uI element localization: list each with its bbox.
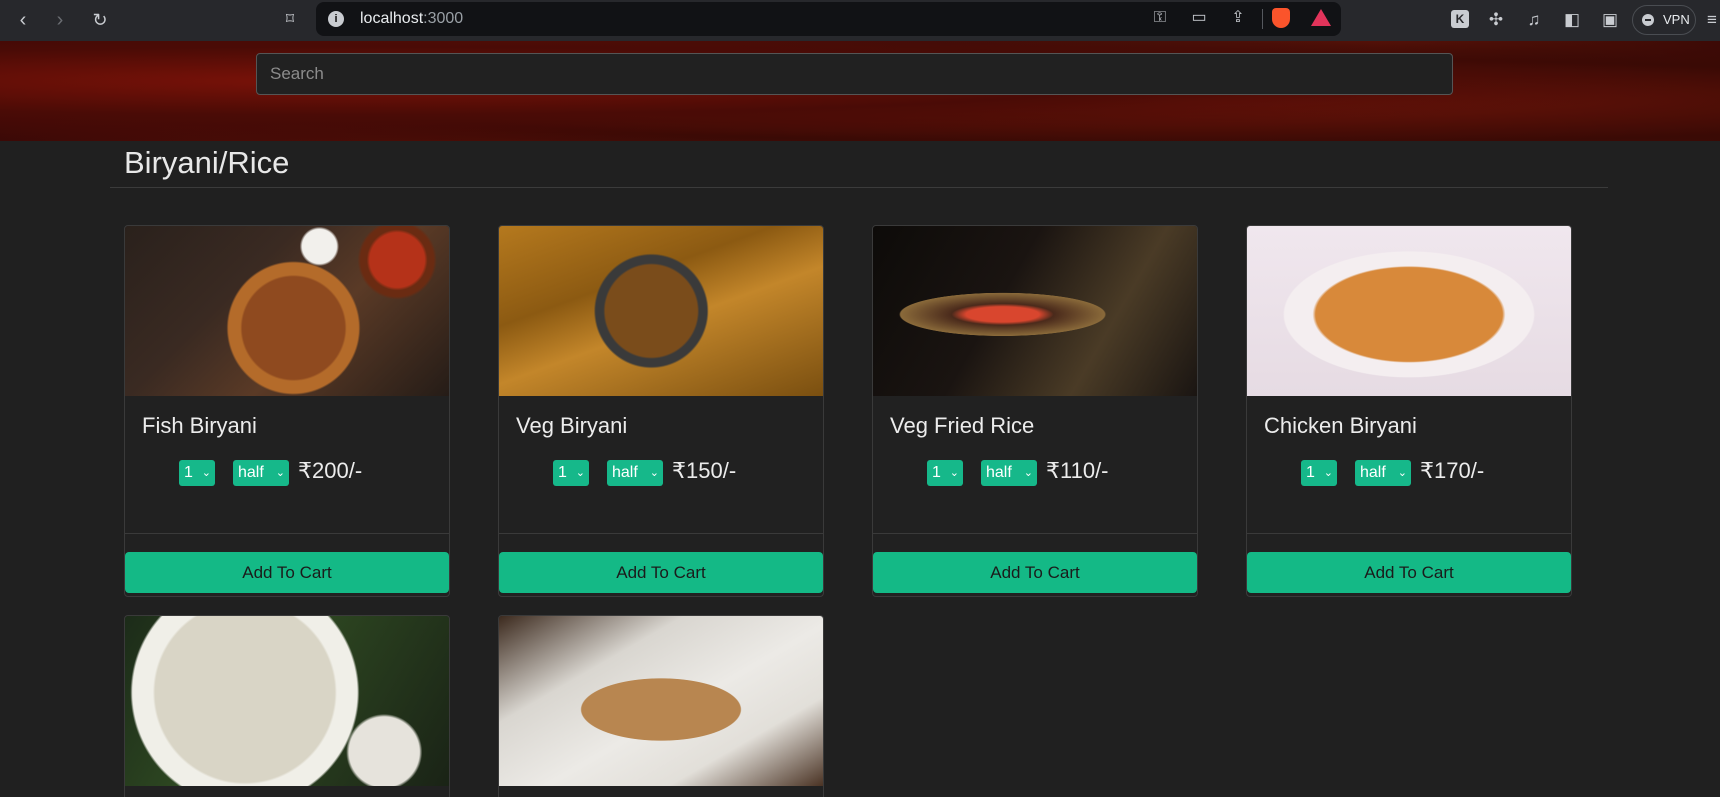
product-card: Fish Biryani 1 ⌄ half ⌄ ₹200/- Add To Cart — [124, 225, 450, 597]
add-to-cart-button[interactable]: Add To Cart — [125, 552, 449, 593]
card-divider — [873, 533, 1197, 534]
product-card — [498, 615, 824, 797]
chevron-down-icon: ⌄ — [275, 467, 285, 479]
product-price: ₹110/- — [1046, 458, 1109, 483]
extension-k-icon[interactable]: K — [1451, 10, 1469, 28]
chicken-biryani-image — [1247, 226, 1571, 396]
shrimp-rice-image — [125, 616, 449, 786]
size-select[interactable]: half ⌄ — [981, 460, 1037, 486]
reload-icon[interactable]: ↻ — [88, 8, 112, 32]
vpn-button[interactable]: VPN — [1632, 5, 1696, 35]
chevron-down-icon: ⌄ — [1397, 467, 1407, 479]
share-icon[interactable]: ⇪ — [1227, 7, 1249, 29]
media-music-icon[interactable]: ♫ — [1522, 8, 1546, 32]
brave-shields-icon[interactable] — [1272, 8, 1290, 28]
product-price: ₹170/- — [1420, 458, 1485, 483]
quantity-select[interactable]: 1 ⌄ — [1301, 460, 1337, 486]
menu-icon[interactable]: ≡ — [1700, 8, 1720, 32]
forward-icon[interactable]: › — [48, 8, 72, 32]
chevron-down-icon: ⌄ — [949, 467, 959, 479]
fish-biryani-image — [125, 226, 449, 396]
size-select[interactable]: half ⌄ — [1355, 460, 1411, 486]
url-text: localhost:3000 — [360, 10, 464, 27]
chevron-down-icon: ⌄ — [649, 467, 659, 479]
sidebar-icon[interactable]: ◧ — [1560, 8, 1584, 32]
vpn-status-icon — [1642, 14, 1654, 26]
add-to-cart-button[interactable]: Add To Cart — [1247, 552, 1571, 593]
chevron-down-icon: ⌄ — [1023, 467, 1033, 479]
add-to-cart-button[interactable]: Add To Cart — [873, 552, 1197, 593]
product-price: ₹200/- — [298, 458, 363, 483]
product-title: Veg Biryani — [516, 413, 628, 438]
product-card: Veg Fried Rice 1 ⌄ half ⌄ ₹110/- Add To Ca… — [872, 225, 1198, 597]
product-card: Veg Biryani 1 ⌄ half ⌄ ₹150/- Add To Cart — [498, 225, 824, 597]
veg-fried-rice-image — [873, 226, 1197, 396]
chevron-down-icon: ⌄ — [1323, 467, 1333, 479]
quantity-select[interactable]: 1 ⌄ — [927, 460, 963, 486]
category-divider — [110, 187, 1608, 188]
card-divider — [125, 533, 449, 534]
wallet-icon[interactable]: ▣ — [1598, 8, 1622, 32]
brave-rewards-icon[interactable] — [1311, 9, 1331, 26]
size-select[interactable]: half ⌄ — [607, 460, 663, 486]
quantity-select[interactable]: 1 ⌄ — [553, 460, 589, 486]
key-icon[interactable]: ⚿ — [1149, 7, 1171, 29]
site-info-icon[interactable]: i — [328, 11, 344, 27]
cast-icon[interactable]: ▭ — [1188, 7, 1210, 29]
size-select[interactable]: half ⌄ — [233, 460, 289, 486]
product-card — [124, 615, 450, 797]
card-divider — [1247, 533, 1571, 534]
bookmark-icon[interactable]: ⌑ — [278, 8, 302, 32]
veg-biryani-image — [499, 226, 823, 396]
chevron-down-icon: ⌄ — [575, 467, 585, 479]
product-card: Chicken Biryani 1 ⌄ half ⌄ ₹170/- Add To C… — [1246, 225, 1572, 597]
browser-toolbar: ‹ › ↻ ⌑ i localhost:3000 ⚿ ▭ ⇪ K ✣ ♫ ◧ ▣… — [0, 0, 1720, 41]
quantity-select[interactable]: 1 ⌄ — [179, 460, 215, 486]
card-divider — [499, 533, 823, 534]
add-to-cart-button[interactable]: Add To Cart — [499, 552, 823, 593]
back-icon[interactable]: ‹ — [11, 8, 35, 32]
extensions-puzzle-icon[interactable]: ✣ — [1484, 8, 1508, 32]
product-title: Veg Fried Rice — [890, 413, 1035, 438]
product-title: Chicken Biryani — [1264, 413, 1417, 438]
category-title: Biryani/Rice — [124, 145, 290, 180]
product-price: ₹150/- — [672, 458, 737, 483]
chevron-down-icon: ⌄ — [201, 467, 211, 479]
product-title: Fish Biryani — [142, 413, 257, 438]
fried-rice-plate-image — [499, 616, 823, 786]
search-input[interactable] — [256, 53, 1453, 95]
toolbar-divider — [1262, 9, 1263, 29]
